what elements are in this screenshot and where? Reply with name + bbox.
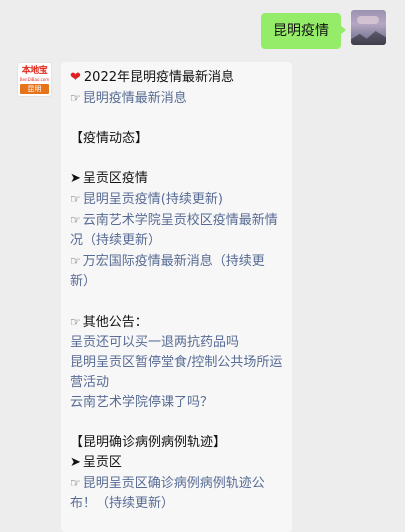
link-text: 万宏国际疫情最新消息（持续更新） [70, 254, 265, 289]
link-case-trajectory[interactable]: ☞ 昆明呈贡区确诊病例病例轨迹公布！（持续更新） [70, 473, 283, 514]
outgoing-message-text: 昆明疫情 [273, 23, 329, 39]
district2-label: 呈贡区 [82, 455, 122, 470]
bot-avatar[interactable]: 本地宝 BenDiBao.com 昆明 [17, 62, 52, 97]
incoming-message-bubble: ❤ 2022年昆明疫情最新消息 ☞ 昆明疫情最新消息 【疫情动态】 ➤ 呈贡区疫情 ☞… [61, 62, 292, 532]
section1-header: 【疫情动态】 [70, 131, 149, 146]
title-link-text: 昆明疫情最新消息 [82, 91, 187, 106]
pointing-hand-icon: ☞ [70, 91, 81, 105]
notice-link-class-suspension[interactable]: 云南艺术学院停课了吗？ [70, 393, 283, 413]
arrow-icon: ➤ [70, 171, 81, 186]
link-text: 云南艺术学院呈贡校区疫情最新情况（持续更新） [70, 213, 278, 248]
pointing-hand-icon: ☞ [70, 315, 81, 329]
notice-link-medicine[interactable]: 呈贡还可以买一退两抗药品吗 [70, 333, 283, 353]
notice-header-line: ☞ 其他公告： [70, 312, 283, 333]
bot-city-tag: 昆明 [20, 84, 49, 94]
link-yunnan-arts-college[interactable]: ☞ 云南艺术学院呈贡校区疫情最新情况（持续更新） [70, 210, 283, 251]
heart-icon: ❤ [70, 70, 81, 85]
avatar-cloud [357, 16, 379, 24]
title-link[interactable]: ☞ 昆明疫情最新消息 [70, 88, 283, 109]
link-wanhong-international[interactable]: ☞ 万宏国际疫情最新消息（持续更新） [70, 251, 283, 292]
pointing-hand-icon: ☞ [70, 192, 81, 206]
notice-link-dine-in-suspension[interactable]: 昆明呈贡区暂停堂食/控制公共场所运营活动 [70, 353, 283, 393]
avatar-mountain [351, 31, 386, 45]
bot-logo-text: 本地宝 [21, 66, 48, 76]
user-avatar[interactable] [351, 10, 386, 45]
outgoing-message-row: 昆明疫情 [261, 10, 386, 49]
message-title-line: ❤ 2022年昆明疫情最新消息 [70, 68, 283, 88]
pointing-hand-icon: ☞ [70, 254, 81, 268]
link-chenggong-outbreak[interactable]: ☞ 昆明呈贡疫情(持续更新) [70, 189, 283, 210]
arrow-icon: ➤ [70, 455, 81, 470]
link-text: 昆明呈贡疫情(持续更新) [82, 192, 223, 207]
notice-header: 其他公告： [82, 315, 148, 330]
district2-line: ➤ 呈贡区 [70, 453, 283, 473]
outgoing-message-bubble[interactable]: 昆明疫情 [261, 13, 346, 49]
section2-header: 【昆明确诊病例病例轨迹】 [70, 435, 227, 450]
message-title: 2022年昆明疫情最新消息 [83, 70, 234, 85]
link-text: 昆明呈贡区确诊病例病例轨迹公布！（持续更新） [70, 476, 265, 511]
district1-label: 呈贡区疫情 [82, 171, 148, 186]
bot-logo-url: BenDiBao.com [19, 77, 50, 82]
pointing-hand-icon: ☞ [70, 213, 81, 227]
district1-line: ➤ 呈贡区疫情 [70, 169, 283, 189]
pointing-hand-icon: ☞ [70, 476, 81, 490]
